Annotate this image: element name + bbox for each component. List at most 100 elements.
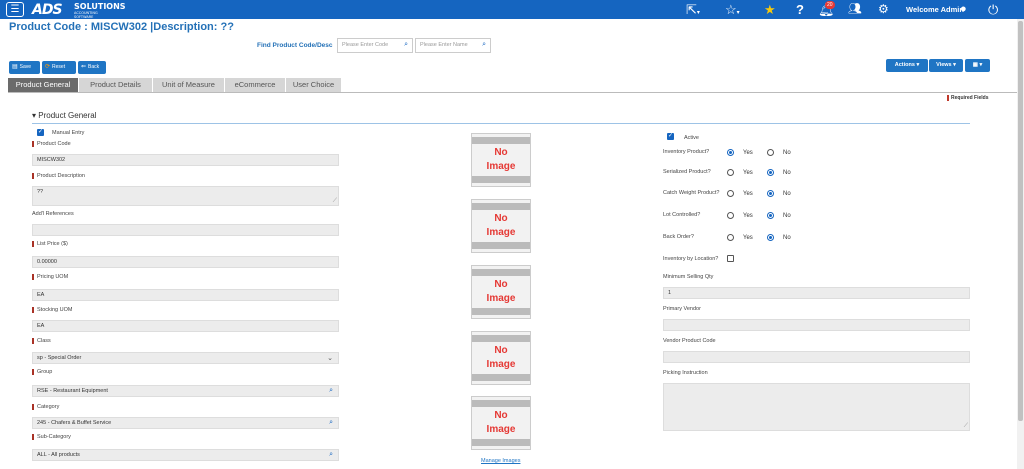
inventory-product-yes-radio[interactable] [727, 149, 734, 156]
gear-icon[interactable]: ⚙ [878, 2, 889, 17]
category-label: Category [32, 404, 59, 410]
search-icon[interactable]: ⌕ [404, 41, 408, 49]
back-order-no-radio[interactable] [767, 234, 774, 241]
yes-label: Yes [743, 235, 753, 241]
logo-main: ADS [32, 2, 63, 18]
page-scrollbar[interactable] [1017, 19, 1024, 469]
no-image-line2: Image [486, 293, 516, 304]
search-icon[interactable]: ⌕ [329, 451, 333, 459]
class-value: sp - Special Order [37, 355, 82, 361]
manual-entry-checkbox[interactable]: ✓ [37, 129, 44, 136]
inventory-by-location-checkbox[interactable] [727, 255, 734, 262]
back-icon: ⇐ [81, 64, 87, 70]
save-label: Save [19, 64, 32, 70]
film-strip [472, 242, 530, 249]
film-strip [472, 335, 530, 342]
tab-product-general[interactable]: Product General [8, 78, 79, 92]
find-label: Find Product Code/Desc [257, 42, 333, 49]
back-order-yes-radio[interactable] [727, 234, 734, 241]
required-fields-note: Required Fields [947, 95, 989, 101]
grid-button[interactable]: ▦ ▾ [965, 59, 990, 72]
reset-button[interactable]: ⟳ Reset [42, 61, 76, 74]
logo-sub: SOLUTIONS [74, 2, 126, 11]
group-label: Group [32, 369, 52, 375]
share-icon[interactable]: ⇱▾ [686, 2, 700, 21]
group-field[interactable]: RSE - Restaurant Equipment ⌕ [32, 385, 339, 397]
welcome-text[interactable]: Welcome Admin [906, 5, 964, 14]
min-selling-qty-field[interactable]: 1 [663, 287, 970, 299]
primary-vendor-field[interactable] [663, 319, 970, 331]
tab-unit-of-measure[interactable]: Unit of Measure [153, 78, 225, 92]
logo-tag: ACCOUNTING SOFTWARE [74, 11, 98, 19]
inventory-product-label: Inventory Product? [663, 149, 710, 155]
no-image-line2: Image [486, 161, 516, 172]
tab-divider [8, 92, 1017, 93]
product-description-field[interactable]: ?? ⟋ [32, 186, 339, 206]
active-checkbox[interactable]: ✓ [667, 133, 674, 140]
resize-grip-icon[interactable]: ⟋ [333, 198, 337, 205]
product-image-2[interactable]: No Image [471, 199, 531, 253]
serialized-product-label: Serialized Product? [663, 169, 711, 175]
page-title: Product Code : MISCW302 |Description: ?? [9, 21, 234, 33]
no-image-text: No Image [472, 212, 530, 240]
star-icon[interactable]: ★ [764, 2, 776, 17]
stocking-uom-field[interactable]: EA [32, 320, 339, 332]
tab-product-details[interactable]: Product Details [79, 78, 153, 92]
power-icon[interactable]: ⏻ [988, 2, 998, 17]
actions-button[interactable]: Actions ▾ [886, 59, 928, 72]
menu-icon[interactable]: ☰ [6, 2, 24, 17]
resize-grip-icon[interactable]: ⟋ [964, 423, 968, 430]
yes-label: Yes [743, 170, 753, 176]
subcategory-label: Sub-Category [32, 434, 71, 440]
class-select[interactable]: sp - Special Order ⌄ [32, 352, 339, 364]
film-strip [472, 203, 530, 210]
search-icon[interactable]: ⌕ [329, 387, 333, 395]
list-price-field[interactable]: 0.00000 [32, 256, 339, 268]
reset-label: Reset [52, 64, 66, 70]
catch-weight-no-radio[interactable] [767, 190, 774, 197]
search-icon[interactable]: ⌕ [482, 41, 486, 49]
lot-controlled-yes-radio[interactable] [727, 212, 734, 219]
tab-user-choice[interactable]: User Choice [286, 78, 342, 92]
find-code-input[interactable]: Please Enter Code ⌕ [337, 38, 413, 53]
find-name-input[interactable]: Please Enter Name ⌕ [415, 38, 491, 53]
yes-label: Yes [743, 191, 753, 197]
product-code-field[interactable]: MISCW302 [32, 154, 339, 166]
manage-images-link[interactable]: Manage Images [481, 458, 520, 464]
lot-controlled-no-radio[interactable] [767, 212, 774, 219]
scrollbar-thumb[interactable] [1018, 21, 1023, 421]
yes-label: Yes [743, 213, 753, 219]
user-icon[interactable]: ● [960, 2, 967, 17]
film-strip [472, 269, 530, 276]
product-code-label: Product Code [32, 141, 71, 147]
picking-instruction-field[interactable]: ⟋ [663, 383, 970, 431]
film-strip [472, 400, 530, 407]
product-image-5[interactable]: No Image [471, 396, 531, 450]
tab-ecommerce[interactable]: eCommerce [225, 78, 286, 92]
save-button[interactable]: ▤ Save [9, 61, 40, 74]
subcategory-field[interactable]: ALL - All products ⌕ [32, 449, 339, 461]
no-image-line1: No [494, 147, 508, 158]
catch-weight-yes-radio[interactable] [727, 190, 734, 197]
vendor-product-code-field[interactable] [663, 351, 970, 363]
no-image-line2: Image [486, 359, 516, 370]
serialized-no-radio[interactable] [767, 169, 774, 176]
product-image-3[interactable]: No Image [471, 265, 531, 319]
back-button[interactable]: ⇐ Back [78, 61, 106, 74]
users-icon[interactable]: 👥︎ [848, 2, 862, 17]
pricing-uom-field[interactable]: EA [32, 289, 339, 301]
section-title: Product General [38, 111, 97, 120]
product-image-4[interactable]: No Image [471, 331, 531, 385]
star-outline-icon[interactable]: ☆▾ [725, 2, 740, 21]
views-button[interactable]: Views ▾ [929, 59, 963, 72]
subcategory-value: ALL - All products [37, 452, 80, 458]
category-field[interactable]: 245 - Chafers & Buffet Service ⌕ [32, 417, 339, 429]
search-icon[interactable]: ⌕ [329, 419, 333, 427]
addl-references-field[interactable] [32, 224, 339, 236]
serialized-yes-radio[interactable] [727, 169, 734, 176]
inventory-product-no-radio[interactable] [767, 149, 774, 156]
product-image-1[interactable]: No Image [471, 133, 531, 187]
help-icon[interactable]: ? [796, 2, 804, 17]
section-product-general[interactable]: ▾ Product General [32, 111, 97, 120]
no-label: No [783, 191, 791, 197]
